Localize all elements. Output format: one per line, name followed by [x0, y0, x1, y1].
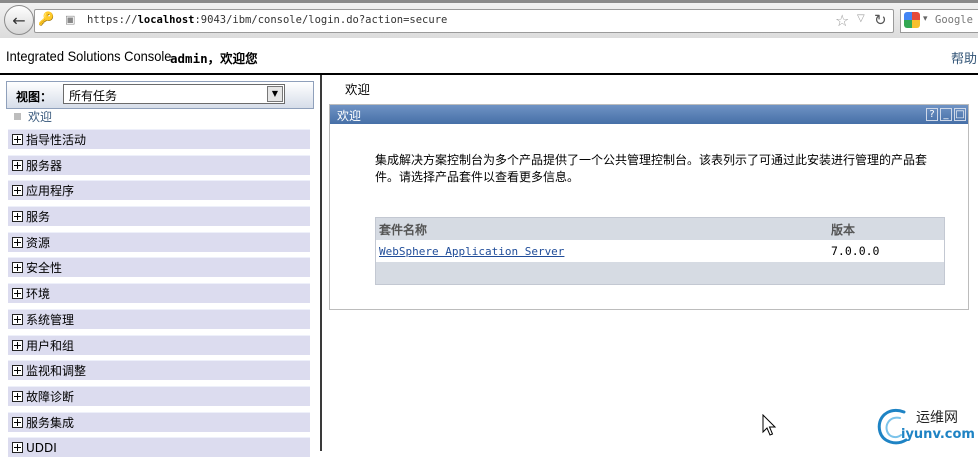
watermark-logo: 运维网 iyunv.com — [874, 404, 978, 448]
nav-item-label: 服务集成 — [26, 415, 75, 430]
nav-item[interactable]: 系统管理 — [8, 308, 310, 329]
reload-icon[interactable]: ↻ — [874, 11, 887, 29]
suite-version-cell: 7.0.0.0 — [831, 244, 880, 258]
chevron-down-icon[interactable]: ▼ — [267, 86, 283, 102]
suite-table: 套件名称 版本 WebSphere Application Server 7.0… — [375, 217, 945, 285]
expand-plus-icon[interactable] — [12, 288, 23, 300]
nav-welcome-label: 欢迎 — [28, 110, 53, 124]
expand-plus-icon[interactable] — [12, 390, 23, 402]
table-row: WebSphere Application Server 7.0.0.0 — [376, 240, 944, 262]
username: admin — [170, 51, 208, 66]
nav-item-label: 资源 — [26, 235, 51, 250]
browser-toolbar: ← 🔑 ▣ https://localhost:9043/ibm/console… — [0, 0, 978, 39]
minimize-icon[interactable]: _ — [940, 108, 952, 121]
watermark-text-top: 运维网 — [916, 410, 958, 426]
nav-item[interactable]: 应用程序 — [8, 180, 310, 201]
help-link[interactable]: 帮助 — [951, 48, 977, 67]
nav-item[interactable]: UDDI — [8, 437, 310, 458]
expand-plus-icon[interactable] — [12, 159, 23, 171]
expand-plus-icon[interactable] — [12, 442, 23, 454]
breadcrumb: 欢迎 — [345, 82, 371, 97]
view-select[interactable]: 所有任务 ▼ — [63, 84, 285, 104]
view-selector: 视图： 所有任务 ▼ — [6, 81, 314, 109]
expand-plus-icon[interactable] — [12, 365, 23, 377]
nav-item[interactable]: 资源 — [8, 231, 310, 252]
nav-item-label: 监视和调整 — [26, 364, 87, 379]
expand-plus-icon[interactable] — [12, 236, 23, 248]
table-header: 套件名称 版本 — [376, 218, 944, 240]
nav-item[interactable]: 服务集成 — [8, 411, 310, 432]
greeting: ，欢迎您 — [207, 51, 258, 66]
column-header-version: 版本 — [831, 222, 856, 237]
console-header: Integrated Solutions Console admin，欢迎您 帮… — [0, 38, 978, 75]
bullet-icon — [14, 113, 21, 120]
nav-item[interactable]: 故障诊断 — [8, 385, 310, 406]
address-bar[interactable]: 🔑 ▣ https://localhost:9043/ibm/console/l… — [34, 9, 894, 33]
nav-item[interactable]: 安全性 — [8, 257, 310, 278]
nav-item-welcome[interactable]: 欢迎 — [14, 108, 52, 126]
chevron-down-icon[interactable]: ▾ — [923, 14, 928, 24]
bookmark-star-icon[interactable]: ☆ — [835, 11, 849, 30]
portlet-title: 欢迎 — [337, 109, 362, 123]
url-host: localhost — [137, 14, 195, 26]
nav-item-label: 环境 — [26, 287, 51, 302]
lock-icon: ▣ — [65, 13, 76, 26]
welcome-user: admin，欢迎您 — [170, 48, 258, 67]
nav-item-label: UDDI — [26, 440, 57, 455]
nav-item-label: 服务 — [26, 210, 51, 225]
nav-item-label: 系统管理 — [26, 312, 75, 327]
expand-plus-icon[interactable] — [12, 416, 23, 428]
mouse-cursor-icon — [762, 414, 777, 436]
nav-item-label: 服务器 — [26, 158, 63, 173]
search-bar[interactable]: ▾ Google — [900, 9, 978, 33]
google-icon[interactable] — [904, 12, 920, 28]
portlet-title-bar: 欢迎 ? _ □ — [330, 105, 968, 124]
console-title: Integrated Solutions Console — [6, 48, 172, 64]
arrow-left-icon: ← — [12, 10, 26, 30]
navigation-panel: 视图： 所有任务 ▼ 欢迎 指导性活动服务器应用程序服务资源安全性环境系统管理用… — [0, 75, 322, 458]
intro-text: 集成解决方案控制台为多个产品提供了一个公共管理控制台。该表列示了可通过此安装进行… — [375, 153, 928, 184]
suite-name-cell: WebSphere Application Server — [376, 244, 829, 258]
watermark-text-bottom: iyunv.com — [901, 427, 975, 442]
nav-item-label: 用户和组 — [26, 338, 75, 353]
nav-item-label: 故障诊断 — [26, 389, 75, 404]
column-header-suite-name: 套件名称 — [379, 222, 428, 237]
nav-item[interactable]: 环境 — [8, 283, 310, 304]
maximize-icon[interactable]: □ — [954, 108, 966, 121]
welcome-portlet: 欢迎 ? _ □ 集成解决方案控制台为多个产品提供了一个公共管理控制台。该表列示… — [329, 104, 969, 310]
view-select-value: 所有任务 — [69, 89, 118, 103]
nav-list: 指导性活动服务器应用程序服务资源安全性环境系统管理用户和组监视和调整故障诊断服务… — [8, 129, 310, 463]
search-engine-label: Google — [935, 14, 973, 26]
nav-item[interactable]: 监视和调整 — [8, 360, 310, 381]
history-dropdown-icon[interactable]: ▽ — [857, 13, 865, 24]
nav-item-label: 应用程序 — [26, 184, 75, 199]
suite-link[interactable]: WebSphere Application Server — [379, 245, 564, 258]
expand-plus-icon[interactable] — [12, 262, 23, 274]
tab-strip — [0, 0, 978, 3]
back-button[interactable]: ← — [4, 5, 34, 35]
nav-item-label: 安全性 — [26, 261, 63, 276]
nav-item[interactable]: 服务器 — [8, 154, 310, 175]
nav-item[interactable]: 指导性活动 — [8, 129, 310, 149]
expand-plus-icon[interactable] — [12, 185, 23, 197]
expand-plus-icon[interactable] — [12, 134, 23, 145]
nav-item[interactable]: 服务 — [8, 206, 310, 227]
expand-plus-icon[interactable] — [12, 211, 23, 223]
key-icon: 🔑 — [38, 12, 55, 27]
expand-plus-icon[interactable] — [12, 313, 23, 325]
expand-plus-icon[interactable] — [12, 339, 23, 351]
view-label: 视图： — [16, 90, 53, 104]
nav-item-label: 指导性活动 — [26, 133, 87, 147]
nav-item[interactable]: 用户和组 — [8, 334, 310, 355]
table-footer — [376, 262, 944, 284]
help-icon[interactable]: ? — [926, 108, 938, 121]
url-text[interactable]: https://localhost:9043/ibm/console/login… — [87, 14, 447, 26]
